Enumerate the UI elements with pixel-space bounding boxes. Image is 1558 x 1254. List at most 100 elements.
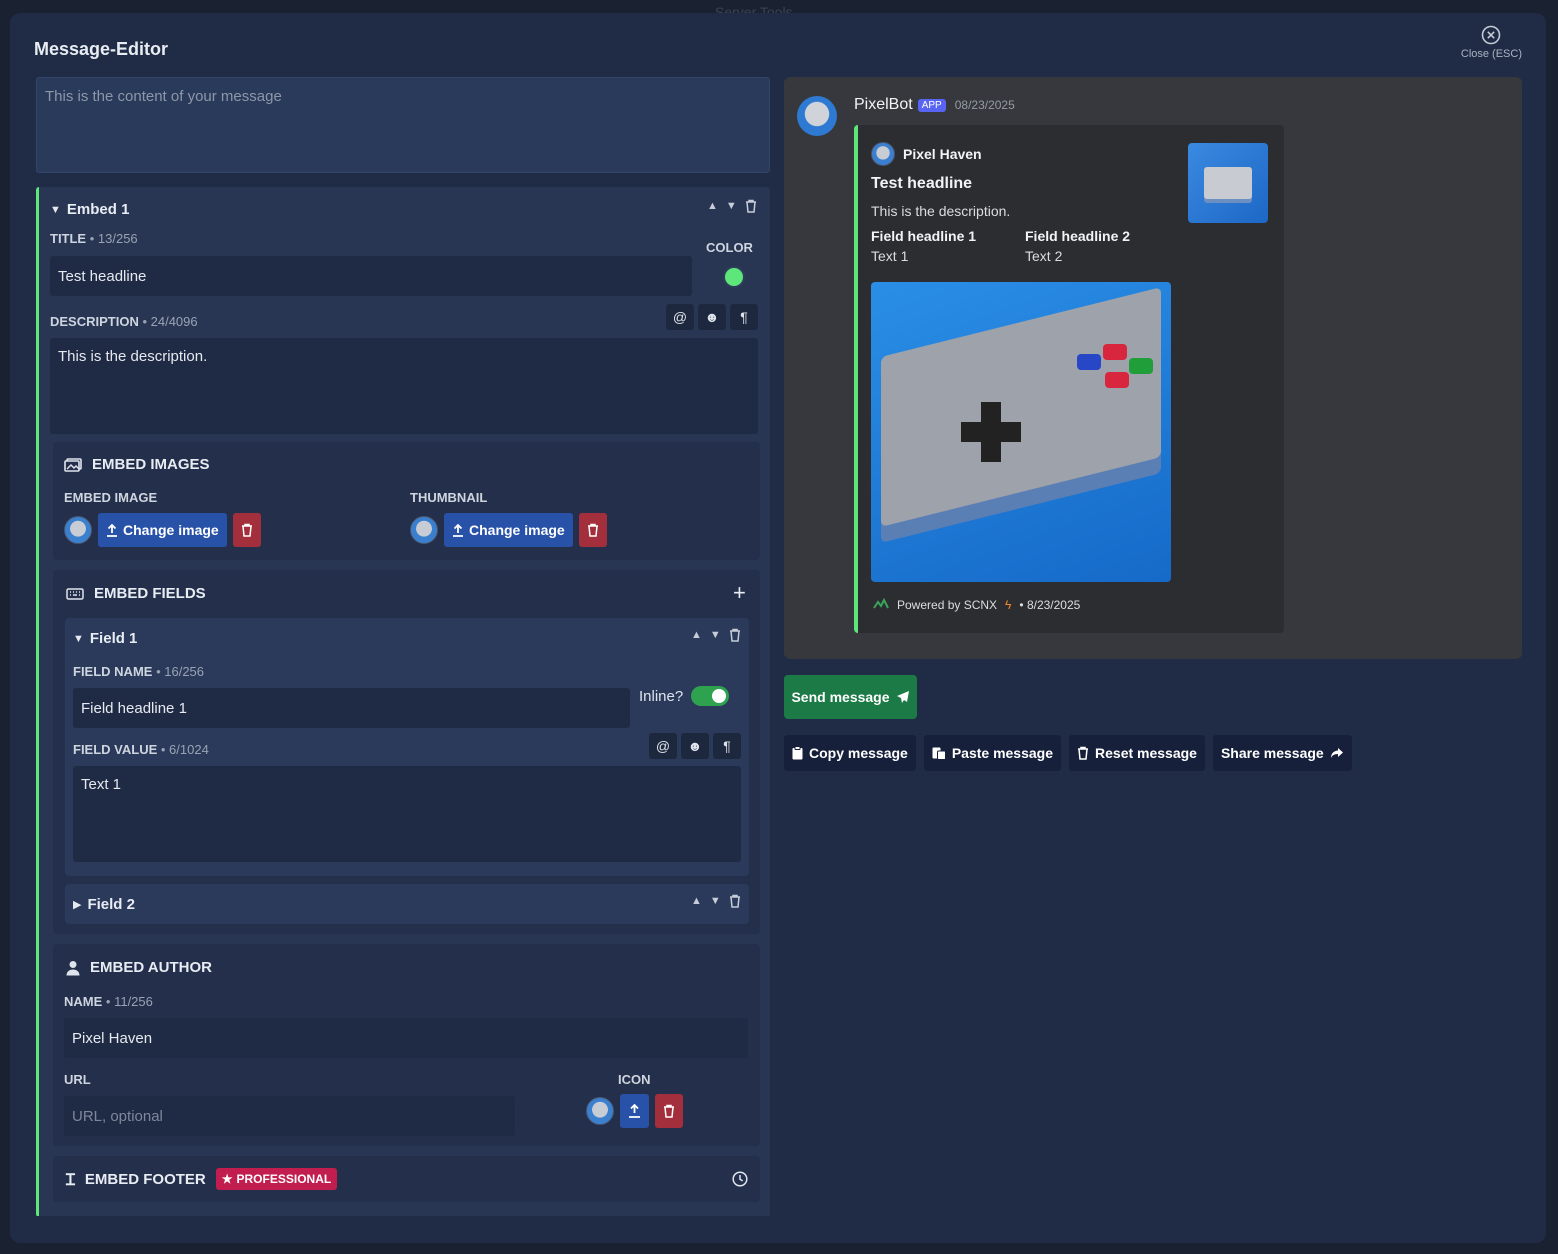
- author-name-label-text: NAME: [64, 994, 103, 1009]
- message-content-input[interactable]: This is the content of your message: [36, 77, 770, 173]
- professional-badge-label: PROFESSIONAL: [236, 1172, 332, 1186]
- modal-title: Message-Editor: [34, 39, 169, 59]
- author-icon-label: ICON: [618, 1072, 651, 1087]
- format-button[interactable]: ¶: [730, 304, 758, 330]
- embed-images-heading: EMBED IMAGES: [92, 456, 210, 473]
- inline-label: Inline?: [639, 687, 684, 705]
- star-icon: ★: [221, 1172, 233, 1186]
- format-button[interactable]: ¶: [713, 733, 741, 759]
- title-label: TITLE • 13/256: [50, 231, 138, 246]
- field-2-panel: ▶ Field 2 ▲ ▼: [65, 884, 749, 924]
- upload-icon: [107, 523, 117, 537]
- close-button[interactable]: Close (ESC): [1461, 25, 1522, 60]
- preview-field-2-name: Field headline 2: [1025, 228, 1131, 244]
- send-message-button[interactable]: Send message: [784, 675, 917, 719]
- color-label: COLOR: [706, 240, 753, 255]
- images-icon: [64, 457, 82, 472]
- preview-footer-date: • 8/23/2025: [1019, 598, 1081, 612]
- field-2-header[interactable]: ▶ Field 2: [73, 896, 135, 913]
- embed-footer-section[interactable]: Ɪ EMBED FOOTER ★ PROFESSIONAL: [53, 1156, 760, 1202]
- embed-1-header[interactable]: ▼ Embed 1: [50, 201, 129, 218]
- smiley-icon: ☻: [687, 738, 703, 754]
- clipboard-icon: [792, 746, 803, 760]
- controller-button-red: [1103, 344, 1127, 360]
- inline-toggle[interactable]: [691, 686, 730, 706]
- preview-title: Test headline: [871, 175, 973, 192]
- upload-icon: [453, 523, 463, 537]
- clock-icon[interactable]: [732, 1171, 748, 1187]
- app-tag: APP: [917, 98, 946, 112]
- embed-author-section: EMBED AUTHOR NAME • 11/256 Pixel Haven U…: [53, 944, 760, 1146]
- field-value-tools: @ ☻ ¶: [649, 733, 741, 759]
- share-message-button[interactable]: Share message: [1212, 735, 1352, 771]
- preview-field-1-value: Text 1: [871, 248, 909, 264]
- reset-message-button[interactable]: Reset message: [1069, 735, 1205, 771]
- emoji-button[interactable]: ☻: [681, 733, 709, 759]
- keyboard-icon: [66, 587, 84, 600]
- description-textarea[interactable]: This is the description.: [50, 338, 758, 434]
- editor-panel: This is the content of your message ▼ Em…: [34, 76, 770, 1216]
- field-1-controls: ▲ ▼: [691, 628, 741, 642]
- trash-icon[interactable]: [729, 628, 741, 642]
- field-2-controls: ▲ ▼: [691, 894, 741, 908]
- author-icon-upload-button[interactable]: [620, 1094, 649, 1128]
- embed-fields-heading: EMBED FIELDS: [94, 585, 206, 602]
- move-up-icon[interactable]: ▲: [707, 200, 718, 212]
- paste-message-button[interactable]: Paste message: [923, 735, 1062, 771]
- add-field-icon[interactable]: +: [733, 580, 746, 606]
- color-picker-swatch[interactable]: [723, 266, 745, 288]
- move-down-icon[interactable]: ▼: [726, 200, 737, 212]
- preview-field-2-value: Text 2: [1025, 248, 1063, 264]
- embed-fields-header: EMBED FIELDS: [66, 585, 206, 602]
- preview-thumbnail: [1188, 143, 1268, 223]
- mention-button[interactable]: @: [649, 733, 677, 759]
- trash-icon: [664, 1104, 674, 1118]
- author-icon-delete-button[interactable]: [655, 1094, 683, 1128]
- title-input[interactable]: Test headline: [50, 256, 692, 296]
- copy-message-button[interactable]: Copy message: [784, 735, 916, 771]
- change-image-label: Change image: [469, 522, 565, 538]
- thumbnail-change-button[interactable]: Change image: [444, 513, 573, 547]
- field-name-input[interactable]: Field headline 1: [73, 688, 630, 728]
- paste-icon: [932, 747, 946, 760]
- emoji-button[interactable]: ☻: [698, 304, 726, 330]
- move-down-icon[interactable]: ▼: [710, 629, 721, 641]
- move-down-icon[interactable]: ▼: [710, 895, 721, 907]
- field-value-textarea[interactable]: Text 1: [73, 766, 741, 862]
- description-label: DESCRIPTION • 24/4096: [50, 314, 198, 329]
- author-name-input[interactable]: Pixel Haven: [64, 1018, 748, 1058]
- field-value-count: • 6/1024: [160, 742, 209, 757]
- embed-fields-section: EMBED FIELDS + ▼ Field 1 ▲ ▼ FIELD NAME: [53, 570, 760, 934]
- controller-button-green: [1129, 358, 1153, 374]
- lightning-icon: ϟ: [1005, 598, 1012, 612]
- preview-field-1-name: Field headline 1: [871, 228, 977, 244]
- embed-image-change-button[interactable]: Change image: [98, 513, 227, 547]
- trash-icon[interactable]: [729, 894, 741, 908]
- field-name-count: • 16/256: [156, 664, 205, 679]
- description-tools: @ ☻ ¶: [666, 304, 758, 330]
- move-up-icon[interactable]: ▲: [691, 895, 702, 907]
- controller-dpad: [981, 402, 1001, 462]
- trash-icon[interactable]: [745, 199, 757, 213]
- field-name-label-text: FIELD NAME: [73, 664, 153, 679]
- trash-icon: [1078, 746, 1089, 760]
- embed-preview-card: Pixel Haven Test headline This is the de…: [854, 125, 1284, 633]
- embed-image-label: EMBED IMAGE: [64, 490, 158, 505]
- professional-badge: ★ PROFESSIONAL: [215, 1168, 338, 1190]
- trash-icon: [241, 523, 252, 537]
- embed-1-panel: ▼ Embed 1 ▲ ▼ TITLE • 13/256 Test headli…: [36, 187, 770, 1216]
- mention-button[interactable]: @: [666, 304, 694, 330]
- embed-footer-header: Ɪ EMBED FOOTER ★ PROFESSIONAL: [66, 1168, 338, 1190]
- collapse-triangle-icon: ▼: [50, 203, 61, 216]
- collapse-triangle-icon: ▼: [73, 632, 84, 645]
- embed-image-delete-button[interactable]: [232, 513, 261, 547]
- at-icon: @: [672, 309, 688, 325]
- thumbnail-delete-button[interactable]: [578, 513, 607, 547]
- controller-button-red: [1105, 372, 1129, 388]
- preview-description: This is the description.: [871, 203, 1011, 219]
- move-up-icon[interactable]: ▲: [691, 629, 702, 641]
- copy-message-label: Copy message: [809, 745, 908, 761]
- field-1-header[interactable]: ▼ Field 1: [73, 630, 137, 647]
- field-1-panel: ▼ Field 1 ▲ ▼ FIELD NAME • 16/256 Field …: [65, 618, 749, 876]
- author-url-input[interactable]: URL, optional: [64, 1096, 515, 1136]
